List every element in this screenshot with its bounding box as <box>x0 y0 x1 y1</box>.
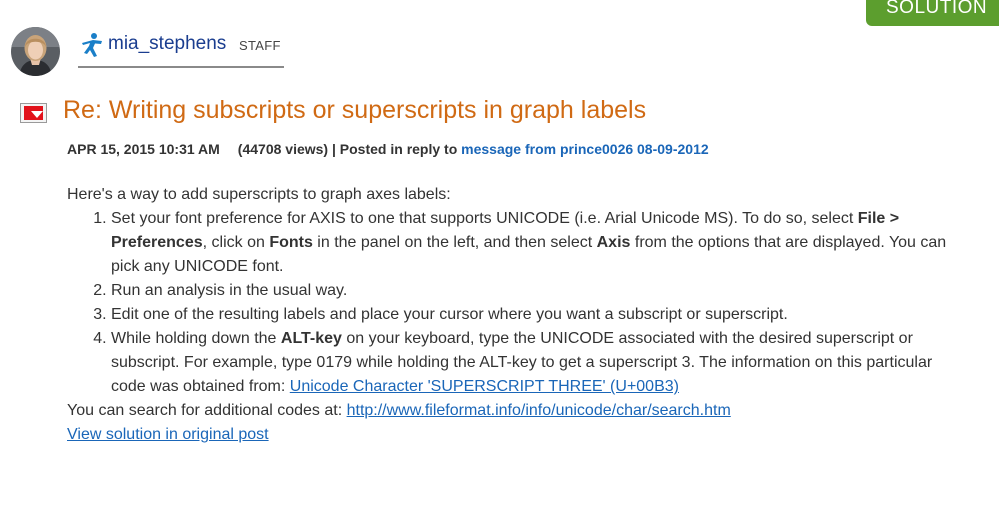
solution-badge[interactable]: SOLUTION <box>866 0 999 26</box>
post-meta: APR 15, 2015 10:31 AM (44708 views) | Pos… <box>67 141 709 157</box>
unicode-character-link[interactable]: Unicode Character 'SUPERSCRIPT THREE' (U… <box>290 378 679 395</box>
reply-prefix: Posted in reply to <box>339 141 458 157</box>
steps-list: Set your font preference for AXIS to one… <box>67 207 947 399</box>
list-item: While holding down the ALT-key on your k… <box>111 327 947 399</box>
list-item: Run an analysis in the usual way. <box>111 279 947 303</box>
step-text: , click on <box>202 234 270 251</box>
step-text: in the panel on the left, and then selec… <box>312 234 597 251</box>
list-item: Set your font preference for AXIS to one… <box>111 207 947 279</box>
axis-text: Axis <box>596 234 631 251</box>
author-block: mia_stephens STAFF <box>78 31 284 68</box>
post-title: Re: Writing subscripts or superscripts i… <box>63 96 647 124</box>
unicode-search-link[interactable]: http://www.fileformat.info/info/unicode/… <box>347 402 731 419</box>
step-text: Set your font preference for AXIS to one… <box>111 210 858 227</box>
author-username-link[interactable]: mia_stephens <box>108 33 226 55</box>
view-solution-link[interactable]: View solution in original post <box>67 426 269 443</box>
post-options-menu-button[interactable] <box>20 103 47 123</box>
caret-down-icon <box>24 106 43 120</box>
author-role-label: STAFF <box>239 38 281 53</box>
runner-icon <box>82 33 102 57</box>
search-codes-line: You can search for additional codes at: … <box>67 399 947 423</box>
post-intro: Here's a way to add superscripts to grap… <box>67 186 451 203</box>
fonts-text: Fonts <box>269 234 313 251</box>
avatar[interactable] <box>11 27 60 76</box>
alt-key-text: ALT-key <box>280 330 342 347</box>
list-item: Edit one of the resulting labels and pla… <box>111 303 947 327</box>
avatar-image <box>11 27 60 76</box>
post-views: (44708 views) <box>237 141 329 157</box>
meta-separator: | <box>331 141 336 157</box>
post-date: APR 15, 2015 10:31 AM <box>67 141 220 157</box>
view-solution-line: View solution in original post <box>67 423 947 447</box>
reply-to-message-link[interactable]: message from prince0026 08-09-2012 <box>461 141 708 157</box>
step-text: While holding down the <box>111 330 281 347</box>
post-body: Here's a way to add superscripts to grap… <box>67 183 947 447</box>
search-prefix: You can search for additional codes at: <box>67 402 347 419</box>
